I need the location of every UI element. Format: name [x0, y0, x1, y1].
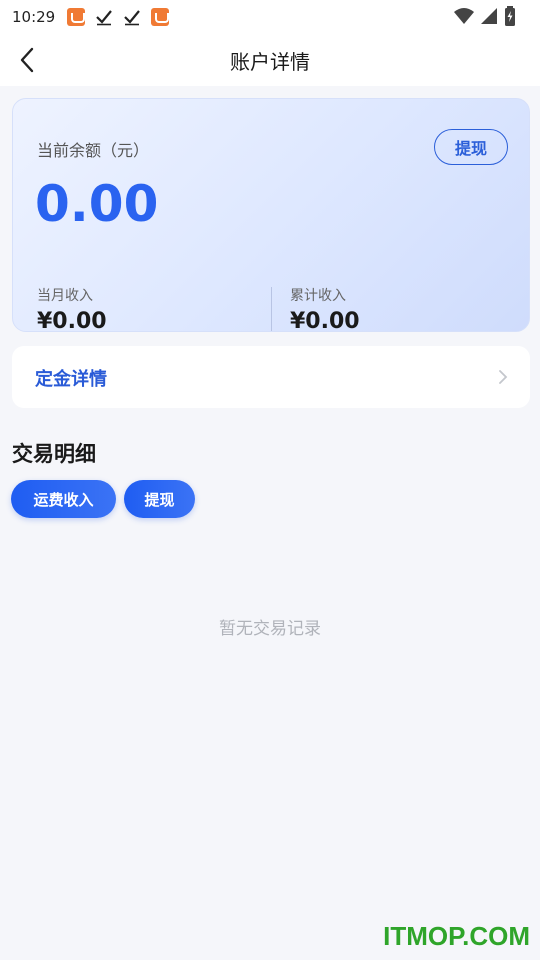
filter-freight-income[interactable]: 运费收入: [11, 480, 116, 518]
page-title: 账户详情: [230, 50, 310, 74]
nav-bar: 账户详情: [0, 34, 540, 86]
balance-card: 当前余额（元） 提现 0.00 当月收入 ¥0.00 累计收入 ¥0.00: [12, 98, 530, 332]
app-notification-icon: [67, 8, 86, 26]
month-income-label: 当月收入: [37, 288, 93, 304]
income-divider: [271, 287, 272, 331]
month-income-value: ¥0.00: [37, 309, 107, 332]
chevron-right-icon: [499, 370, 508, 384]
status-notification-icons: [67, 8, 170, 26]
total-income: 累计收入 ¥0.00: [290, 285, 360, 332]
watermark: ITMOP.COM: [383, 921, 530, 951]
total-income-value: ¥0.00: [290, 309, 360, 332]
total-income-label: 累计收入: [290, 288, 346, 304]
deposit-details-row[interactable]: 定金详情: [12, 346, 530, 408]
status-right-icons: [454, 6, 516, 26]
battery-charging-icon: [505, 6, 515, 26]
check-icon: [96, 10, 113, 26]
empty-state-text: 暂无交易记录: [219, 619, 321, 639]
withdraw-button[interactable]: 提现: [434, 129, 508, 165]
month-income: 当月收入 ¥0.00: [37, 285, 107, 332]
transactions-title: 交易明细: [12, 442, 96, 466]
filter-withdraw[interactable]: 提现: [124, 480, 195, 518]
deposit-details-label: 定金详情: [35, 369, 107, 390]
app-notification-icon: [151, 8, 170, 26]
status-time: 10:29: [12, 8, 56, 26]
balance-value: 0.00: [35, 175, 159, 233]
check-icon: [124, 10, 141, 26]
wifi-icon: [454, 8, 474, 24]
status-bar: 10:29: [0, 0, 540, 34]
balance-label: 当前余额（元）: [37, 141, 150, 160]
signal-icon: [481, 8, 497, 24]
